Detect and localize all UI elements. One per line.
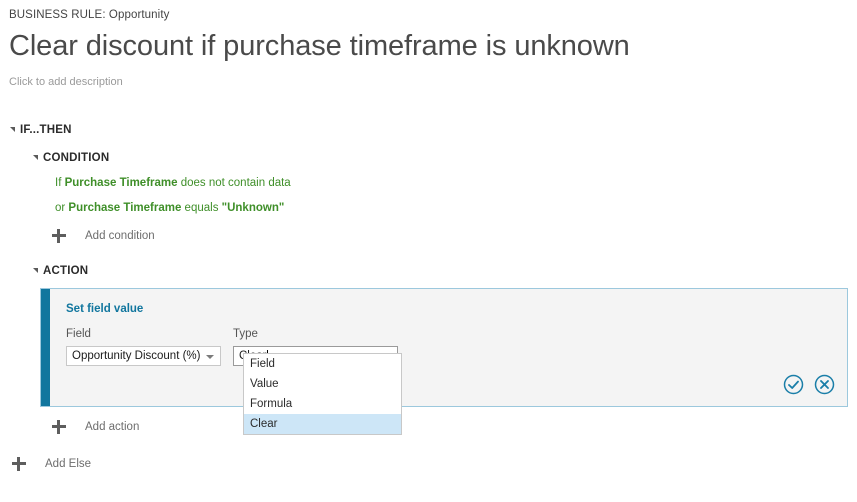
type-label: Type xyxy=(233,328,258,340)
confirm-button[interactable] xyxy=(783,374,804,395)
dropdown-option-clear[interactable]: Clear xyxy=(244,414,401,434)
add-action-button[interactable]: Add action xyxy=(52,417,857,437)
tree-node-if-then[interactable]: IF...THEN xyxy=(8,119,857,141)
dropdown-option-formula[interactable]: Formula xyxy=(244,394,401,414)
tree-node-action[interactable]: ACTION xyxy=(31,260,857,282)
condition-value: "Unknown" xyxy=(221,202,285,214)
set-field-value-card: Set field value Field Opportunity Discou… xyxy=(40,288,848,407)
condition-operator: equals xyxy=(181,202,222,214)
add-condition-button[interactable]: Add condition xyxy=(52,226,857,246)
page-header: BUSINESS RULE: Opportunity Clear discoun… xyxy=(0,0,857,89)
tree-node-condition-label: CONDITION xyxy=(43,152,110,164)
condition-field: Purchase Timeframe xyxy=(64,177,178,189)
tree-node-if-then-label: IF...THEN xyxy=(20,124,72,136)
card-accent-bar xyxy=(41,289,50,406)
page-title: Clear discount if purchase timeframe is … xyxy=(9,30,630,62)
condition-statement[interactable]: or Purchase Timeframe equals "Unknown" xyxy=(55,201,857,216)
tree-node-action-label: ACTION xyxy=(43,265,89,277)
condition-prefix: If xyxy=(55,177,65,189)
field-dropdown[interactable]: Opportunity Discount (%) xyxy=(66,346,221,366)
x-circle-icon xyxy=(814,374,835,395)
add-else-button[interactable]: Add Else xyxy=(12,454,857,474)
dropdown-option-value[interactable]: Value xyxy=(244,374,401,394)
field-label: Field xyxy=(66,328,91,340)
description-placeholder[interactable]: Click to add description xyxy=(9,75,857,89)
condition-prefix: or xyxy=(55,202,69,214)
type-dropdown-list[interactable]: Field Value Formula Clear xyxy=(243,353,402,435)
check-circle-icon xyxy=(783,374,804,395)
plus-icon xyxy=(12,457,26,471)
dropdown-option-field[interactable]: Field xyxy=(244,354,401,374)
card-title: Set field value xyxy=(66,303,144,315)
condition-field: Purchase Timeframe xyxy=(68,202,182,214)
rule-tree: IF...THEN CONDITION If Purchase Timefram… xyxy=(0,119,857,474)
cancel-button[interactable] xyxy=(814,374,835,395)
condition-operator: does not contain data xyxy=(177,177,291,189)
chevron-expanded-icon[interactable] xyxy=(31,152,43,164)
chevron-down-icon xyxy=(206,355,214,359)
plus-icon xyxy=(52,229,66,243)
chevron-expanded-icon[interactable] xyxy=(31,265,43,277)
card-action-buttons xyxy=(783,374,835,395)
add-condition-label: Add condition xyxy=(85,230,155,242)
add-action-label: Add action xyxy=(85,421,140,433)
breadcrumb: BUSINESS RULE: Opportunity xyxy=(9,9,170,21)
tree-node-condition[interactable]: CONDITION xyxy=(31,147,857,169)
plus-icon xyxy=(52,420,66,434)
field-selector-group: Field Opportunity Discount (%) xyxy=(66,327,221,366)
chevron-expanded-icon[interactable] xyxy=(8,124,20,136)
field-dropdown-value: Opportunity Discount (%) xyxy=(72,350,201,362)
condition-statement[interactable]: If Purchase Timeframe does not contain d… xyxy=(55,176,857,191)
add-else-label: Add Else xyxy=(45,458,92,470)
